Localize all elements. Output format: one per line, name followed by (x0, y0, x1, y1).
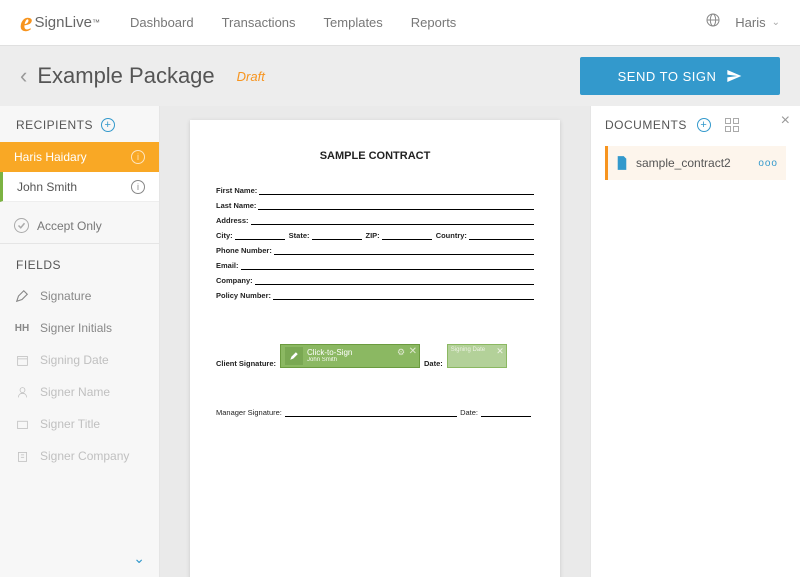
signing-date-field-block[interactable]: Signing Date ✕ (447, 344, 507, 368)
document-name: sample_contract2 (636, 156, 731, 170)
accept-only-toggle[interactable]: Accept Only (0, 202, 159, 244)
calendar-icon (14, 352, 30, 368)
recipient-item-active[interactable]: Haris Haidary i (0, 142, 159, 172)
sig-block-signer: John Smith (307, 357, 352, 363)
close-icon[interactable]: ✕ (409, 346, 417, 357)
recipient-name: Haris Haidary (14, 150, 87, 164)
nav-dashboard[interactable]: Dashboard (130, 15, 194, 30)
recipients-header: RECIPIENTS + (0, 118, 159, 142)
info-icon[interactable]: i (131, 180, 145, 194)
file-icon (616, 156, 628, 170)
left-sidebar: RECIPIENTS + Haris Haidary i John Smith … (0, 106, 160, 577)
language-icon[interactable] (705, 12, 721, 33)
documents-header: DOCUMENTS + (605, 118, 786, 132)
signature-field-block[interactable]: Click-to-Sign John Smith ⚙ ✕ (280, 344, 420, 368)
logo[interactable]: e SignLive ™ (20, 7, 100, 39)
company-icon (14, 448, 30, 464)
field-signer-name[interactable]: Signer Name (0, 376, 159, 408)
nav-transactions[interactable]: Transactions (222, 15, 296, 30)
nav-templates[interactable]: Templates (324, 15, 383, 30)
logo-tm: ™ (92, 18, 100, 27)
package-status: Draft (237, 69, 265, 84)
date-block-title: Signing Date (451, 347, 485, 353)
send-to-sign-button[interactable]: SEND TO SIGN (580, 57, 780, 95)
add-document-button[interactable]: + (697, 118, 711, 132)
package-title: Example Package (37, 63, 214, 89)
logo-name: SignLive (34, 14, 92, 31)
field-signer-title[interactable]: Signer Title (0, 408, 159, 440)
document-list-item[interactable]: sample_contract2 ooo (605, 146, 786, 180)
gear-icon[interactable]: ⚙ (397, 347, 405, 358)
title-icon (14, 416, 30, 432)
field-initials[interactable]: HH Signer Initials (0, 312, 159, 344)
chevron-down-icon: ⌄ (772, 17, 780, 28)
document-canvas[interactable]: SAMPLE CONTRACT First Name: Last Name: A… (160, 106, 590, 577)
info-icon[interactable]: i (131, 150, 145, 164)
close-panel-button[interactable]: × (781, 112, 790, 130)
sig-block-title: Click-to-Sign (307, 349, 352, 358)
topbar-right: Haris ⌄ (705, 12, 780, 33)
field-signer-company[interactable]: Signer Company (0, 440, 159, 472)
nav-reports[interactable]: Reports (411, 15, 457, 30)
top-bar: e SignLive ™ Dashboard Transactions Temp… (0, 0, 800, 46)
close-icon[interactable]: ✕ (496, 346, 504, 357)
fields-header: FIELDS (0, 244, 159, 280)
user-name: Haris (735, 15, 765, 30)
person-icon (14, 384, 30, 400)
title-bar: ‹ Example Package Draft SEND TO SIGN (0, 46, 800, 106)
document-page[interactable]: SAMPLE CONTRACT First Name: Last Name: A… (190, 120, 560, 577)
client-signature-row: Client Signature: Click-to-Sign John Smi… (216, 344, 534, 368)
doc-title: SAMPLE CONTRACT (216, 150, 534, 162)
send-label: SEND TO SIGN (618, 69, 717, 84)
manager-signature-row: Manager Signature: Date: (216, 408, 534, 417)
send-icon (726, 68, 742, 84)
initials-icon: HH (14, 320, 30, 336)
pen-icon (14, 288, 30, 304)
main-area: RECIPIENTS + Haris Haidary i John Smith … (0, 106, 800, 577)
field-signature[interactable]: Signature (0, 280, 159, 312)
more-options-button[interactable]: ooo (758, 158, 778, 169)
check-icon (14, 218, 29, 233)
main-nav: Dashboard Transactions Templates Reports (130, 15, 456, 30)
field-signing-date[interactable]: Signing Date (0, 344, 159, 376)
pen-icon (285, 347, 303, 365)
recipient-name: John Smith (17, 180, 77, 194)
user-menu[interactable]: Haris ⌄ (735, 15, 780, 30)
add-recipient-button[interactable]: + (101, 118, 115, 132)
recipient-item[interactable]: John Smith i (0, 172, 159, 202)
logo-e: e (20, 7, 32, 39)
sidebar-collapse-button[interactable]: ⌄ (133, 550, 145, 567)
back-button[interactable]: ‹ (20, 63, 27, 89)
grid-view-icon[interactable] (725, 118, 739, 132)
documents-panel: × DOCUMENTS + sample_contract2 ooo (590, 106, 800, 577)
